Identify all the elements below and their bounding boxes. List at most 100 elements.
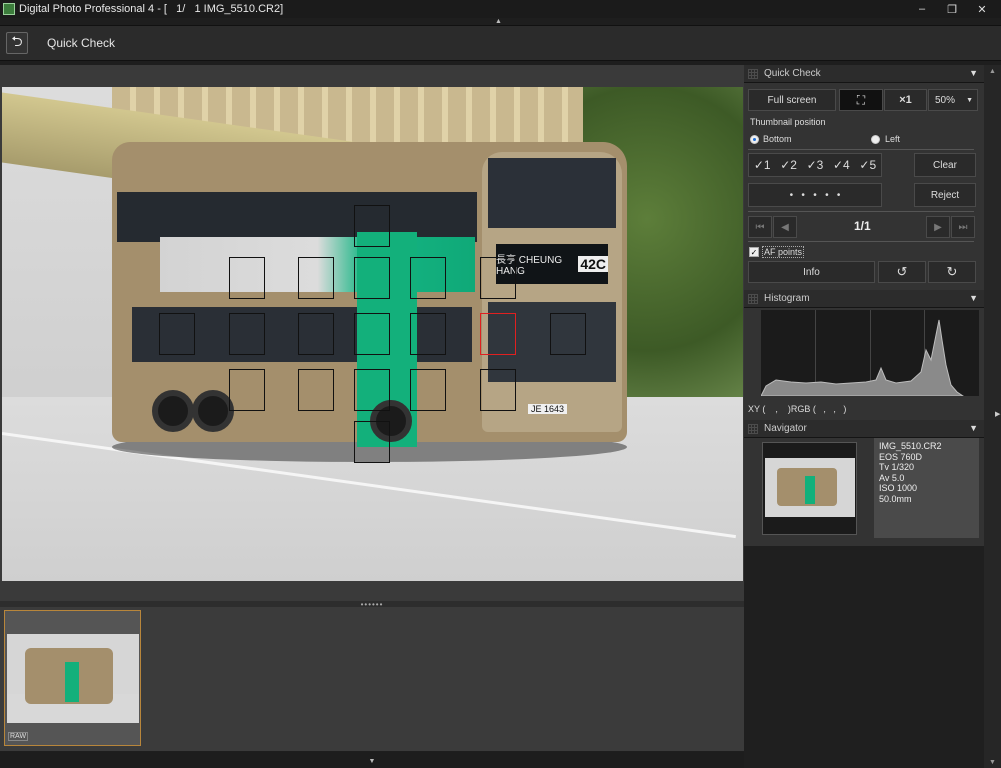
panel-collapse-icon[interactable]: ▼ [969, 293, 978, 303]
af-point [410, 369, 446, 411]
af-points-checkbox[interactable]: ✓ [749, 247, 759, 257]
zoom-100-button[interactable]: ×1 [884, 89, 927, 111]
thumbnail-bottom-label: Bottom [763, 134, 792, 144]
page-indicator: 1/1 [854, 219, 871, 233]
rating-5-button[interactable]: ✓5 [859, 158, 876, 172]
scroll-up-icon[interactable]: ▲ [989, 68, 996, 75]
histogram-panel: XY ( , )RGB ( , , ) [744, 308, 984, 420]
info-button[interactable]: Info [748, 261, 875, 283]
af-point [354, 257, 390, 299]
rotate-right-icon: ↻ [946, 264, 958, 279]
panel-collapse-icon[interactable]: ▼ [969, 423, 978, 433]
previous-image-button[interactable]: ◀ [773, 216, 797, 238]
navigator-panel: IMG_5510.CR2 EOS 760D Tv 1/320 Av 5.0 IS… [744, 438, 984, 546]
af-point [229, 313, 265, 355]
panel-collapse-icon[interactable]: ▼ [969, 68, 978, 78]
check-icon: ✓ [750, 247, 758, 257]
back-icon: ⮌ [11, 33, 23, 49]
navigator-image [765, 458, 855, 517]
af-point [480, 369, 516, 411]
collapse-toolbar-arrow-icon[interactable]: ▲ [495, 18, 502, 25]
window-controls: – ❐ ✕ [907, 0, 997, 18]
window-title: Digital Photo Professional 4 - [ 1/ 1 IM… [19, 3, 284, 15]
rating-2-button[interactable]: ✓2 [780, 158, 797, 172]
navigator-thumbnail[interactable] [762, 442, 857, 535]
quick-check-panel-header[interactable]: Quick Check ▼ [744, 65, 984, 83]
af-point [410, 257, 446, 299]
af-points-label[interactable]: AF points [762, 246, 805, 258]
histogram-graph [761, 310, 979, 396]
app-icon [3, 3, 15, 15]
rotate-right-button[interactable]: ↻ [928, 261, 976, 283]
back-button[interactable]: ⮌ [6, 32, 28, 54]
rotate-left-icon: ↺ [896, 264, 908, 279]
af-point-selected [480, 313, 516, 355]
thumbnail-bottom-radio[interactable] [750, 135, 759, 144]
histogram-curve [761, 319, 964, 396]
quick-check-panel: Full screen ⛶ ×1 50% ▼ Thumbnail positio… [744, 83, 984, 290]
xy-rgb-readout: XY ( , )RGB ( , , ) [748, 404, 847, 414]
af-point [480, 257, 516, 299]
thumbnail-left-label: Left [885, 134, 901, 144]
info-camera: EOS 760D [879, 451, 923, 462]
navigator-panel-title: Navigator [764, 423, 807, 434]
histogram-panel-header[interactable]: Histogram ▼ [744, 290, 984, 308]
af-point [298, 313, 334, 355]
close-button[interactable]: ✕ [967, 0, 997, 18]
grip-icon [748, 68, 758, 79]
af-point [229, 257, 265, 299]
af-point [298, 257, 334, 299]
last-image-button[interactable]: ⏭ [951, 216, 975, 238]
zoom-select[interactable]: 50% ▼ [928, 89, 978, 111]
filmstrip: RAW [0, 607, 744, 751]
af-point [159, 313, 195, 355]
dropdown-caret-icon: ▼ [966, 96, 973, 104]
toolbar: ⮌ Quick Check [0, 25, 1001, 61]
rotate-left-button[interactable]: ↺ [878, 261, 926, 283]
grip-icon [748, 293, 758, 304]
rating-4-button[interactable]: ✓4 [833, 158, 850, 172]
histogram-panel-title: Histogram [764, 293, 810, 304]
divider [748, 149, 974, 150]
thumbnail-image [7, 634, 139, 723]
info-shutter: Tv 1/320 [879, 462, 915, 472]
minimize-button[interactable]: – [907, 0, 937, 18]
zoom-select-value: 50% [935, 94, 956, 106]
filmstrip-thumbnail[interactable]: RAW [4, 610, 141, 746]
scroll-down-icon[interactable]: ▼ [989, 759, 996, 766]
raw-badge: RAW [8, 732, 29, 741]
collapse-down-arrow-icon[interactable]: ▼ [369, 758, 376, 768]
fit-window-icon: ⛶ [856, 92, 866, 107]
restore-button[interactable]: ❐ [937, 0, 967, 18]
first-image-button[interactable]: ⏮ [748, 216, 772, 238]
title-bar: Digital Photo Professional 4 - [ 1/ 1 IM… [0, 0, 1001, 18]
navigator-bus-green [805, 476, 815, 504]
info-aperture: Av 5.0 [879, 472, 905, 483]
reject-button[interactable]: Reject [914, 183, 976, 207]
first-icon: ⏮ [755, 221, 765, 233]
fit-to-window-button[interactable]: ⛶ [839, 89, 883, 111]
last-icon: ⏭ [958, 221, 968, 233]
navigator-info: IMG_5510.CR2 EOS 760D Tv 1/320 Av 5.0 IS… [874, 438, 979, 538]
toolbar-title: Quick Check [47, 36, 116, 50]
af-point [354, 369, 390, 411]
clear-button[interactable]: Clear [914, 153, 976, 177]
rating-1-button[interactable]: ✓1 [754, 158, 771, 172]
thumbnail-left-radio[interactable] [871, 135, 880, 144]
af-point [354, 205, 390, 247]
navigator-panel-header[interactable]: Navigator ▼ [744, 420, 984, 438]
expand-pane-arrow-icon[interactable]: ▶ [995, 410, 1000, 418]
image-view[interactable]: 長亨 CHEUNG HANG 42C JE 1643 [0, 65, 744, 601]
af-point [229, 369, 265, 411]
right-pane-scrollbar[interactable]: ▲ ▶ ▼ [984, 65, 1001, 768]
prev-icon: ◀ [781, 221, 789, 233]
right-pane: Quick Check ▼ Full screen ⛶ ×1 50% ▼ Thu… [744, 65, 984, 768]
full-screen-button[interactable]: Full screen [748, 89, 836, 111]
photo-preview[interactable]: 長亨 CHEUNG HANG 42C JE 1643 [2, 87, 743, 581]
bottom-collapse-bar[interactable]: ▼ [0, 752, 744, 768]
info-iso: ISO 1000 [879, 483, 918, 493]
star-rating-dots[interactable]: • • • • • [748, 183, 882, 207]
rating-3-button[interactable]: ✓3 [807, 158, 824, 172]
next-image-button[interactable]: ▶ [926, 216, 950, 238]
info-focal-length: 50.0mm [879, 493, 912, 504]
